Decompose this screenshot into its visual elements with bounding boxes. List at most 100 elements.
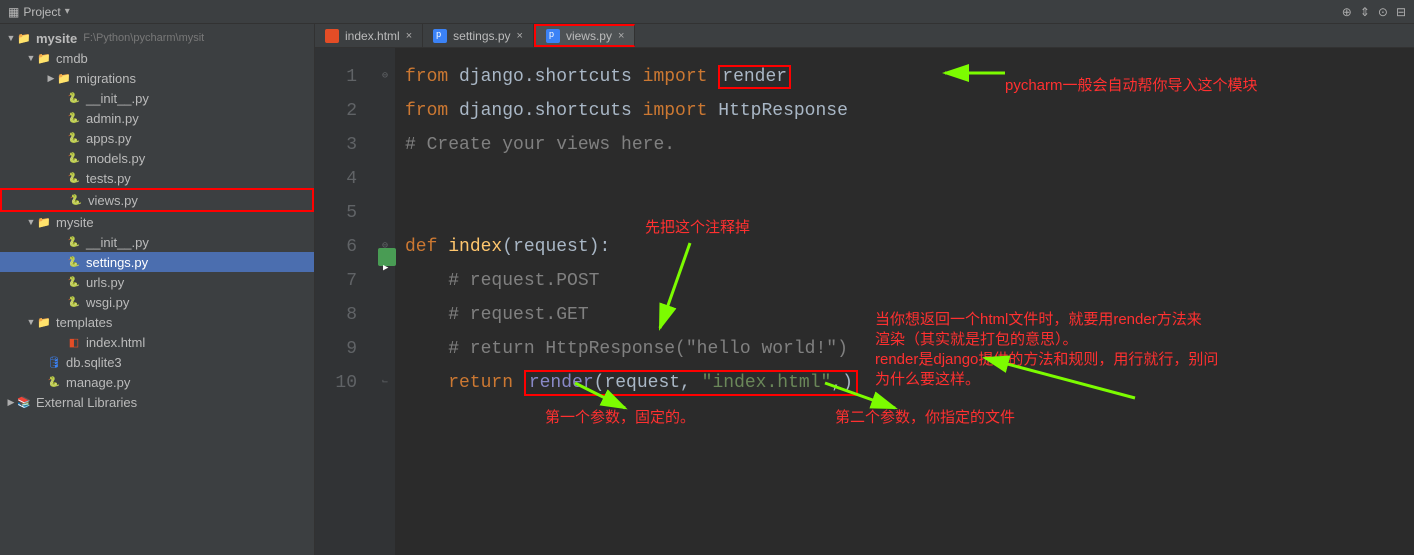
annotation: pycharm一般会自动帮你导入这个模块 <box>1005 76 1258 96</box>
project-toolbar: ▦ Project ▾ ⊕ ⇕ ⊙ ⊟ <box>0 0 1414 24</box>
line-number: 1 <box>315 60 357 94</box>
tree-db[interactable]: db.sqlite3 <box>0 352 314 372</box>
editor-area: index.html × settings.py × views.py × 1 … <box>315 24 1414 555</box>
root-name: mysite <box>36 31 77 46</box>
annotation: 第二个参数，你指定的文件 <box>835 408 1015 428</box>
locate-icon[interactable]: ⊙ <box>1378 5 1388 19</box>
line-gutter: 1 2 3 4 5 6 7 8 9 10 <box>315 48 375 555</box>
item-label: index.html <box>86 335 145 350</box>
tree-file-init[interactable]: __init__.py <box>0 88 314 108</box>
line-number: 2 <box>315 94 357 128</box>
tree-templates[interactable]: templates <box>0 312 314 332</box>
tab-settings-py[interactable]: settings.py × <box>423 24 534 47</box>
code-line: def index(request): <box>405 230 1414 264</box>
annotation-text: 为什么要这样。 <box>875 370 1218 390</box>
project-icon: ▦ <box>8 5 19 19</box>
tab-label: views.py <box>566 29 612 43</box>
settings-icon[interactable]: ⊕ <box>1342 5 1352 19</box>
annotation: 第一个参数，固定的。 <box>545 408 695 428</box>
item-label: External Libraries <box>36 395 137 410</box>
tree-file-init2[interactable]: __init__.py <box>0 232 314 252</box>
tree-file-wsgi[interactable]: wsgi.py <box>0 292 314 312</box>
fold-end: ⌙ <box>375 366 395 400</box>
dropdown-icon[interactable]: ▾ <box>65 6 70 17</box>
python-icon <box>66 234 82 250</box>
item-label: migrations <box>76 71 136 86</box>
fold-column: ⊖ ⊖ ⌙ <box>375 48 395 555</box>
item-label: wsgi.py <box>86 295 129 310</box>
line-number: 4 <box>315 162 357 196</box>
run-gutter-icon[interactable] <box>378 248 396 266</box>
folder-icon <box>36 314 52 330</box>
fold-mark[interactable]: ⊖ <box>375 60 395 94</box>
tree-mysite-inner[interactable]: mysite <box>0 212 314 232</box>
main-area: mysite F:\Python\pycharm\mysit cmdb migr… <box>0 24 1414 555</box>
tree-file-settings[interactable]: settings.py <box>0 252 314 272</box>
python-icon <box>546 29 560 43</box>
item-label: db.sqlite3 <box>66 355 122 370</box>
annotation-text: pycharm一般会自动帮你导入这个模块 <box>1005 76 1258 96</box>
python-icon <box>68 192 84 208</box>
tree-root[interactable]: mysite F:\Python\pycharm\mysit <box>0 28 314 48</box>
python-icon <box>46 374 62 390</box>
tab-views-py[interactable]: views.py × <box>534 24 635 47</box>
item-label: templates <box>56 315 112 330</box>
line-number: 10 <box>315 366 357 400</box>
tree-file-apps[interactable]: apps.py <box>0 128 314 148</box>
item-label: models.py <box>86 151 145 166</box>
item-label: mysite <box>56 215 94 230</box>
collapse-icon[interactable]: ⇕ <box>1360 5 1370 19</box>
code-body[interactable]: from django.shortcuts import render from… <box>395 48 1414 555</box>
python-icon <box>66 130 82 146</box>
close-icon[interactable]: × <box>618 30 624 42</box>
tab-index-html[interactable]: index.html × <box>315 24 423 47</box>
close-icon[interactable]: × <box>406 30 412 42</box>
item-label: admin.py <box>86 111 139 126</box>
tree-file-views[interactable]: views.py <box>0 188 314 212</box>
tree-file-tests[interactable]: tests.py <box>0 168 314 188</box>
html-icon <box>66 334 82 350</box>
lib-icon <box>16 394 32 410</box>
item-label: __init__.py <box>86 235 149 250</box>
code-line <box>405 196 1414 230</box>
close-icon[interactable]: × <box>517 30 523 42</box>
annotation-text: 渲染（其实就是打包的意思）。 <box>875 330 1218 350</box>
tree-manage[interactable]: manage.py <box>0 372 314 392</box>
python-icon <box>66 294 82 310</box>
line-number: 9 <box>315 332 357 366</box>
tree-external-libs[interactable]: External Libraries <box>0 392 314 412</box>
item-label: manage.py <box>66 375 130 390</box>
project-title: ▦ Project ▾ <box>8 5 1336 19</box>
tree-file-models[interactable]: models.py <box>0 148 314 168</box>
tree-file-urls[interactable]: urls.py <box>0 272 314 292</box>
line-number: 5 <box>315 196 357 230</box>
line-number: 7 <box>315 264 357 298</box>
tree-file-admin[interactable]: admin.py <box>0 108 314 128</box>
tree-file-indexhtml[interactable]: index.html <box>0 332 314 352</box>
code-line: # request.POST <box>405 264 1414 298</box>
tree-cmdb[interactable]: cmdb <box>0 48 314 68</box>
item-label: tests.py <box>86 171 131 186</box>
code-editor[interactable]: 1 2 3 4 5 6 7 8 9 10 ⊖ ⊖ ⌙ from django.s… <box>315 48 1414 555</box>
html-icon <box>325 29 339 43</box>
db-icon <box>46 354 62 370</box>
hide-icon[interactable]: ⊟ <box>1396 5 1406 19</box>
tree-migrations[interactable]: migrations <box>0 68 314 88</box>
item-label: __init__.py <box>86 91 149 106</box>
project-tree[interactable]: mysite F:\Python\pycharm\mysit cmdb migr… <box>0 24 315 555</box>
python-icon <box>66 274 82 290</box>
folder-icon <box>16 30 32 46</box>
tab-label: index.html <box>345 29 400 43</box>
python-icon <box>66 110 82 126</box>
folder-icon <box>36 50 52 66</box>
annotation-text: render是django提供的方法和规则，用行就行，别问 <box>875 350 1218 370</box>
code-line: from django.shortcuts import render <box>405 60 1414 94</box>
item-label: apps.py <box>86 131 132 146</box>
item-label: urls.py <box>86 275 124 290</box>
code-line <box>405 162 1414 196</box>
line-number: 8 <box>315 298 357 332</box>
annotation: 当你想返回一个html文件时，就要用render方法来 渲染（其实就是打包的意思… <box>875 310 1218 390</box>
python-icon <box>66 150 82 166</box>
project-label: Project <box>23 5 60 19</box>
item-label: settings.py <box>86 255 148 270</box>
